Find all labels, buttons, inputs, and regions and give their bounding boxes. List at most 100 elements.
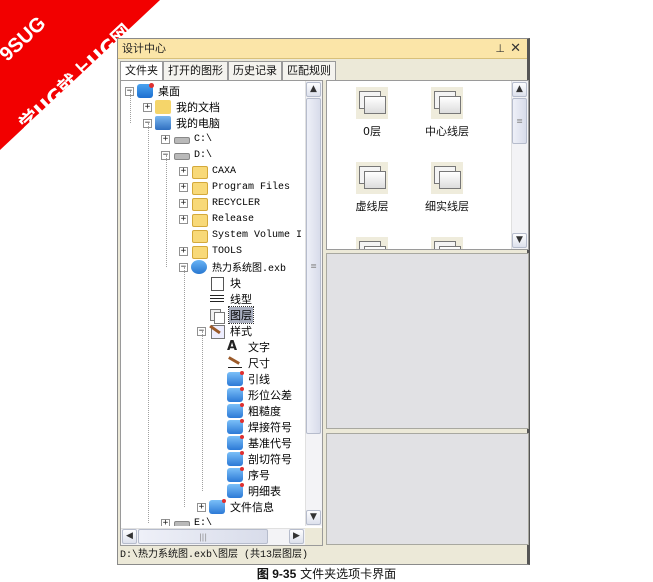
tree-guide-line xyxy=(202,331,203,491)
layer-icon xyxy=(431,162,463,194)
tree-node[interactable]: 序号 xyxy=(215,467,271,483)
tree-node[interactable]: 明细表 xyxy=(215,483,282,499)
dimension-style-icon xyxy=(227,356,243,370)
tree-node[interactable]: 块 xyxy=(197,275,242,291)
tree-node[interactable]: + Program Files xyxy=(179,179,291,195)
layer-item[interactable]: 中心线层 xyxy=(412,87,482,139)
tree-node-label[interactable]: 焊接符号 xyxy=(247,419,293,435)
tree-node[interactable]: + 文件信息 xyxy=(197,499,275,515)
tree-node[interactable]: 形位公差 xyxy=(215,387,293,403)
tree-node-label[interactable]: 图层 xyxy=(228,306,254,324)
tree-horizontal-scrollbar[interactable]: ◀ ||| ▶ xyxy=(121,528,305,545)
tree-node-label[interactable]: 热力系统图.exb xyxy=(211,259,287,275)
tree-node[interactable]: − 样式 xyxy=(197,323,253,339)
expand-icon[interactable]: + xyxy=(161,518,170,526)
tree-node-label[interactable]: 剖切符号 xyxy=(247,451,293,467)
tree-node[interactable]: + Release xyxy=(179,211,255,227)
tree-node-label[interactable]: 尺寸 xyxy=(247,355,271,371)
tree-node-label[interactable]: 引线 xyxy=(247,371,271,387)
tree-node[interactable]: + RECYCLER xyxy=(179,195,261,211)
tree-node-label[interactable]: TOOLS xyxy=(211,246,243,257)
tree-node[interactable]: − 热力系统图.exb xyxy=(179,259,287,275)
tree-node-label[interactable]: 文字 xyxy=(247,339,271,355)
tree-node[interactable]: + C:\ xyxy=(161,131,213,147)
tree-vertical-scrollbar[interactable]: ▲ ≡ ▼ xyxy=(305,81,322,526)
close-icon[interactable]: ✕ xyxy=(510,39,521,59)
tree-node-label[interactable]: RECYCLER xyxy=(211,198,261,209)
layer-item[interactable]: 0层 xyxy=(337,87,407,139)
scroll-right-button[interactable]: ▶ xyxy=(289,529,304,544)
tree-node[interactable]: + 我的文档 xyxy=(143,99,221,115)
tree-node[interactable]: 焊接符号 xyxy=(215,419,293,435)
tree-node[interactable]: 图层 xyxy=(197,306,254,324)
layer-item[interactable] xyxy=(412,237,482,249)
tree-node[interactable]: + TOOLS xyxy=(179,243,243,259)
tree-node-label[interactable]: D:\ xyxy=(193,150,213,161)
tree-node[interactable]: − 我的电脑 xyxy=(143,115,221,131)
layer-item[interactable] xyxy=(337,237,407,249)
preview-vertical-scrollbar[interactable]: ▲ ≡ ▼ xyxy=(511,81,528,249)
pin-icon[interactable]: ⊥ xyxy=(495,39,505,59)
tree-node-label[interactable]: 文件信息 xyxy=(229,499,275,515)
exb-file-icon xyxy=(191,260,207,274)
scroll-left-button[interactable]: ◀ xyxy=(122,529,137,544)
expand-icon[interactable]: + xyxy=(179,198,188,208)
tree-node-label[interactable]: 序号 xyxy=(247,467,271,483)
tree-node-label[interactable]: 桌面 xyxy=(157,83,181,99)
style-item-icon xyxy=(227,435,244,450)
scroll-up-button[interactable]: ▲ xyxy=(512,82,527,97)
scroll-down-button[interactable]: ▼ xyxy=(306,510,321,525)
horizontal-scroll-thumb[interactable]: ||| xyxy=(138,529,268,544)
tree-node[interactable]: − D:\ xyxy=(161,147,213,163)
tree-node[interactable]: − 桌面 xyxy=(125,83,181,99)
expand-icon[interactable]: + xyxy=(161,134,170,144)
tab-history[interactable]: 历史记录 xyxy=(228,61,282,80)
folder-icon xyxy=(191,244,208,259)
scroll-thumb[interactable]: ≡ xyxy=(306,98,321,434)
tree-node-label[interactable]: CAXA xyxy=(211,166,237,177)
grip-icon: ||| xyxy=(198,532,208,541)
expand-icon[interactable]: + xyxy=(197,502,206,512)
tree-node[interactable]: 线型 xyxy=(197,291,253,307)
tree-node-label[interactable]: 块 xyxy=(229,275,242,291)
tree-node-label[interactable]: 样式 xyxy=(229,323,253,339)
tree-node-label[interactable]: 明细表 xyxy=(247,483,282,499)
tree-node[interactable]: + E:\ xyxy=(161,515,213,526)
tree-node[interactable]: 粗糙度 xyxy=(215,403,282,419)
scroll-down-button[interactable]: ▼ xyxy=(512,233,527,248)
layer-icon xyxy=(356,87,388,119)
expand-icon[interactable]: + xyxy=(143,102,152,112)
scroll-up-button[interactable]: ▲ xyxy=(306,82,321,97)
tree-node[interactable]: 基准代号 xyxy=(215,435,293,451)
figure-caption: 图 9-35 文件夹选项卡界面 xyxy=(0,565,653,582)
tree-node[interactable]: + CAXA xyxy=(179,163,237,179)
expand-icon[interactable]: + xyxy=(179,166,188,176)
expand-icon[interactable]: + xyxy=(179,182,188,192)
layer-item[interactable]: 虚线层 xyxy=(337,162,407,214)
scroll-thumb[interactable]: ≡ xyxy=(512,98,527,144)
tree-node[interactable]: 尺寸 xyxy=(215,355,271,371)
tab-open-drawings[interactable]: 打开的图形 xyxy=(163,61,228,80)
tree-node[interactable]: System Volume I xyxy=(179,227,303,243)
layer-item[interactable]: 细实线层 xyxy=(412,162,482,214)
documents-icon xyxy=(155,100,171,114)
tab-match-rules[interactable]: 匹配规则 xyxy=(282,61,336,80)
linetype-icon xyxy=(209,292,225,306)
tree-node-label[interactable]: 我的文档 xyxy=(175,99,221,115)
tree-node-label[interactable]: C:\ xyxy=(193,134,213,145)
tree-node[interactable]: A 文字 xyxy=(215,339,271,355)
tree-node-label[interactable]: 我的电脑 xyxy=(175,115,221,131)
tree-node-label[interactable]: Release xyxy=(211,214,255,225)
expand-icon[interactable]: + xyxy=(179,246,188,256)
tab-folders[interactable]: 文件夹 xyxy=(120,61,163,81)
expand-icon[interactable]: + xyxy=(179,214,188,224)
tree-node-label[interactable]: 基准代号 xyxy=(247,435,293,451)
tree-node-label[interactable]: E:\ xyxy=(193,518,213,527)
tree-node-label[interactable]: System Volume I xyxy=(211,230,303,241)
tree-node[interactable]: 剖切符号 xyxy=(215,451,293,467)
tree-node[interactable]: 引线 xyxy=(215,371,271,387)
tree-node-label[interactable]: 线型 xyxy=(229,291,253,307)
tree-node-label[interactable]: 形位公差 xyxy=(247,387,293,403)
tree-node-label[interactable]: Program Files xyxy=(211,182,291,193)
tree-node-label[interactable]: 粗糙度 xyxy=(247,403,282,419)
